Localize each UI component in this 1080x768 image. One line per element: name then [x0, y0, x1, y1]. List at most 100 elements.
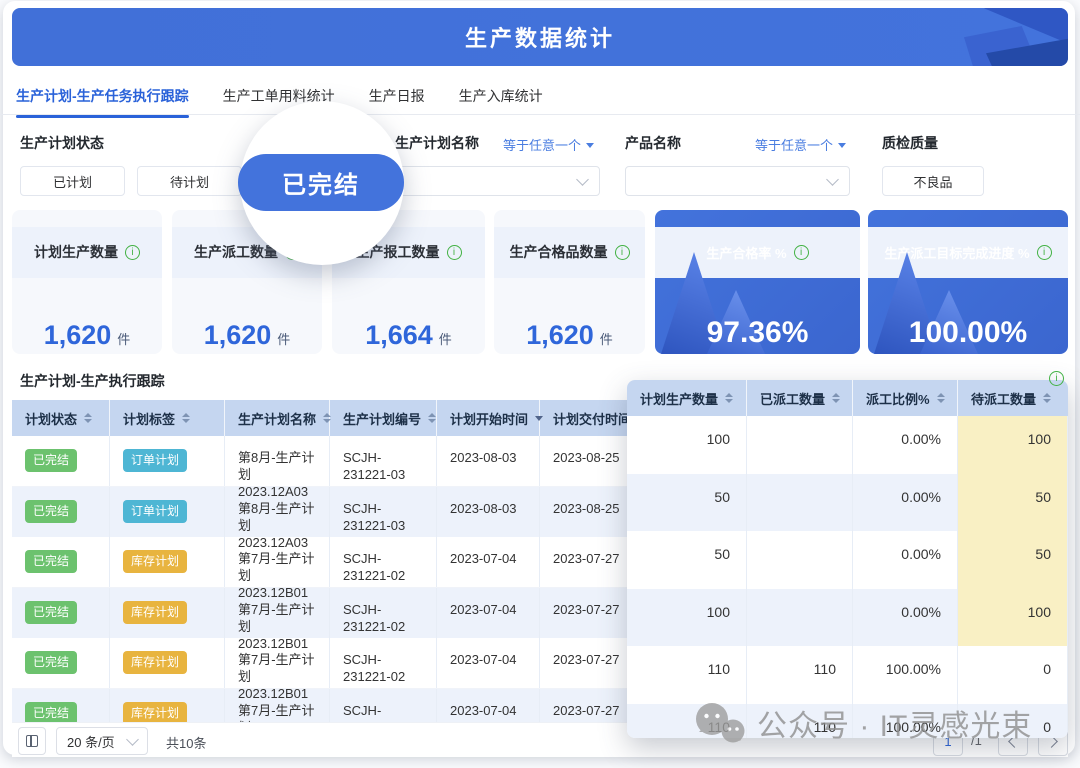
planned-qty-cell: 110	[627, 646, 747, 704]
col-header-plan-code[interactable]: 生产计划编号	[330, 400, 437, 436]
status-filter-pending[interactable]: 待计划	[137, 166, 242, 196]
status-badge: 已完结	[25, 651, 77, 674]
caret-down-icon	[838, 143, 846, 148]
info-icon[interactable]	[615, 245, 630, 260]
start-date-cell: 2023-07-04	[437, 537, 540, 587]
col-header-plan-status[interactable]: 计划状态	[12, 400, 110, 436]
sort-icon	[725, 393, 733, 403]
sort-icon	[1043, 393, 1051, 403]
start-date-cell: 2023-07-04	[437, 689, 540, 723]
column-settings-button[interactable]	[18, 727, 46, 755]
plan-code-cell: SCJH-231221-02	[330, 689, 437, 723]
planned-qty-cell: 50	[627, 531, 747, 589]
pending-qty-cell: 50	[958, 531, 1068, 589]
qc-quality-label: 质检质量	[882, 133, 938, 153]
plan-status-label: 生产计划状态	[20, 133, 104, 153]
start-date-cell: 2023-07-04	[437, 638, 540, 688]
total-count: 共10条	[166, 733, 206, 752]
col-header-plan-name[interactable]: 生产计划名称	[225, 400, 330, 436]
section-info-icon[interactable]	[1049, 371, 1064, 386]
stat-card-qualified-qty: 生产合格品数量 1,620件	[494, 210, 645, 354]
dispatch-ratio-cell: 100.00%	[853, 646, 958, 704]
sort-icon	[84, 413, 92, 423]
sort-icon	[937, 393, 945, 403]
tag-badge: 库存计划	[123, 601, 187, 624]
pending-qty-cell: 100	[958, 416, 1068, 474]
chevron-down-icon	[126, 733, 139, 746]
planned-qty-cell: 100	[627, 416, 747, 474]
table-row: 50 0.00% 50	[627, 474, 1068, 532]
dispatch-ratio-cell: 0.00%	[853, 531, 958, 589]
status-badge: 已完结	[25, 550, 77, 573]
col-header-dispatched-qty[interactable]: 已派工数量	[747, 380, 853, 416]
table-row: 50 0.00% 50	[627, 531, 1068, 589]
dispatch-ratio-cell: 0.00%	[853, 474, 958, 532]
pending-qty-cell: 50	[958, 474, 1068, 532]
column-settings-icon	[26, 735, 38, 747]
col-header-start-date[interactable]: 计划开始时间	[437, 400, 540, 436]
dispatched-qty-cell	[747, 589, 853, 647]
info-icon[interactable]	[125, 245, 140, 260]
stat-card-dispatch-progress: 生产派工目标完成进度 % 100.00%	[868, 210, 1068, 354]
col-header-plan-tag[interactable]: 计划标签	[110, 400, 225, 436]
status-badge: 已完结	[25, 449, 77, 472]
col-header-pending-qty[interactable]: 待派工数量	[958, 380, 1068, 416]
plan-name-select[interactable]	[395, 166, 600, 196]
plan-name-cell: 第7月-生产计划2023.12B01	[225, 537, 330, 587]
watermark-text: 公众号 · IT灵感光束	[757, 701, 1032, 745]
caret-down-icon	[586, 143, 594, 148]
info-icon[interactable]	[794, 245, 809, 260]
plan-code-cell: SCJH-231221-03	[330, 487, 437, 538]
plan-name-cell: 第7月-生产计划2023.12B01	[225, 588, 330, 639]
dispatched-qty-cell	[747, 531, 853, 589]
section-title: 生产计划-生产执行跟踪	[20, 371, 165, 391]
product-name-label: 产品名称	[625, 133, 681, 153]
dispatch-ratio-cell: 0.00%	[853, 416, 958, 474]
plan-name-cell: 第8月-生产计划2023.12A03	[225, 436, 330, 486]
info-icon[interactable]	[1037, 245, 1052, 260]
plan-name-label: 生产计划名称	[395, 133, 479, 153]
header-banner: 生产数据统计	[12, 8, 1068, 66]
dispatch-detail-panel: 计划生产数量 已派工数量 派工比例% 待派工数量 100 0.00% 100 5…	[627, 380, 1068, 738]
dispatched-qty-cell	[747, 416, 853, 474]
product-name-select[interactable]	[625, 166, 850, 196]
sort-icon	[428, 413, 436, 423]
table-row: 100 0.00% 100	[627, 416, 1068, 474]
plan-name-cell: 第7月-生产计划2023.12B01	[225, 689, 330, 723]
panel-body: 100 0.00% 100 50 0.00% 50 50 0.00% 50	[627, 416, 1068, 738]
plan-code-cell: SCJH-231221-03	[330, 436, 437, 486]
table-row: 100 0.00% 100	[627, 589, 1068, 647]
start-date-cell: 2023-07-04	[437, 588, 540, 639]
panel-header-row: 计划生产数量 已派工数量 派工比例% 待派工数量	[627, 380, 1068, 416]
plan-code-cell: SCJH-231221-02	[330, 638, 437, 688]
status-badge: 已完结	[25, 702, 77, 723]
status-filter-completed-selected[interactable]: 已完结	[238, 154, 404, 211]
sort-icon	[182, 413, 190, 423]
tab-divider	[0, 114, 1080, 115]
col-header-dispatch-ratio[interactable]: 派工比例%	[853, 380, 958, 416]
page-size-select[interactable]: 20 条/页	[56, 727, 148, 755]
watermark: 公众号 · IT灵感光束	[693, 701, 1032, 745]
qc-defective-button[interactable]: 不良品	[882, 166, 984, 196]
sort-icon	[832, 393, 840, 403]
stat-card-planned-qty: 计划生产数量 1,620件	[12, 210, 162, 354]
start-date-cell: 2023-08-03	[437, 436, 540, 486]
pending-qty-cell: 100	[958, 589, 1068, 647]
page-title: 生产数据统计	[12, 8, 1068, 66]
stat-card-pass-rate: 生产合格率 % 97.36%	[655, 210, 860, 354]
status-badge: 已完结	[25, 601, 77, 624]
info-icon[interactable]	[447, 245, 462, 260]
dispatched-qty-cell	[747, 474, 853, 532]
wechat-icon	[693, 702, 747, 744]
col-header-planned-qty[interactable]: 计划生产数量	[627, 380, 747, 416]
status-filter-planned[interactable]: 已计划	[20, 166, 125, 196]
planned-qty-cell: 100	[627, 589, 747, 647]
tag-badge: 库存计划	[123, 550, 187, 573]
pending-qty-cell: 0	[958, 646, 1068, 704]
plan-name-operator[interactable]: 等于任意一个	[503, 135, 594, 154]
status-badge: 已完结	[25, 500, 77, 523]
tag-badge: 库存计划	[123, 651, 187, 674]
tag-badge: 订单计划	[123, 449, 187, 472]
product-name-operator[interactable]: 等于任意一个	[755, 135, 846, 154]
plan-name-cell: 第7月-生产计划2023.12B01	[225, 638, 330, 688]
